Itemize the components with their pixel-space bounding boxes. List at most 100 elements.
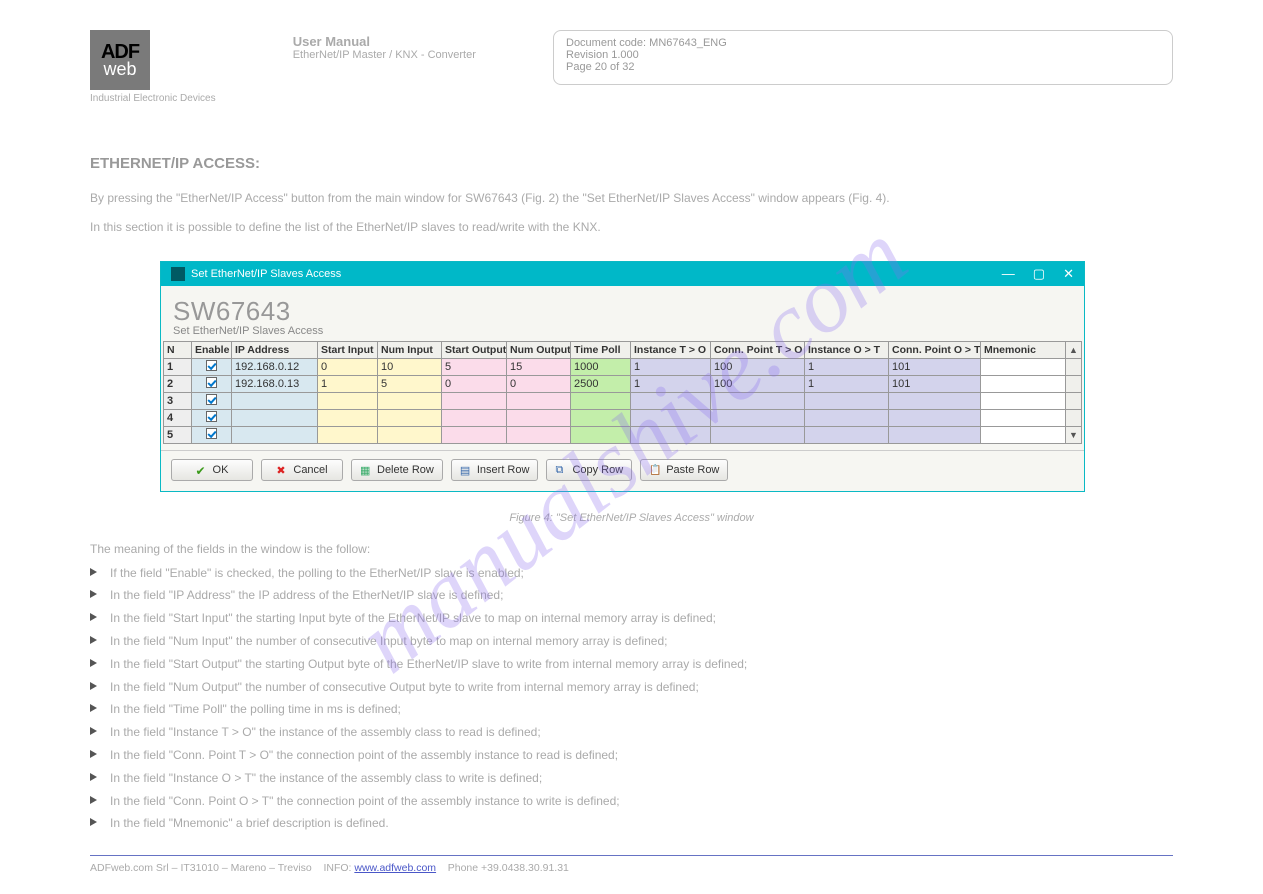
cell-instance-to[interactable]: 1 bbox=[631, 358, 711, 375]
cell-num-output[interactable] bbox=[507, 392, 571, 409]
dialog-window: Set EtherNet/IP Slaves Access — ▢ ✕ SW67… bbox=[160, 261, 1085, 492]
cell-num-output[interactable] bbox=[507, 409, 571, 426]
cell-num-output[interactable]: 0 bbox=[507, 375, 571, 392]
cell-mnemonic[interactable] bbox=[981, 358, 1066, 375]
cell-enable[interactable] bbox=[192, 392, 232, 409]
cell-instance-ot[interactable] bbox=[805, 392, 889, 409]
cell-start-output[interactable]: 5 bbox=[442, 358, 507, 375]
cell-num-input[interactable]: 5 bbox=[378, 375, 442, 392]
delete-row-button[interactable]: Delete Row bbox=[351, 459, 443, 481]
checkbox-checked-icon[interactable] bbox=[206, 377, 217, 388]
cell-conn-point-to[interactable] bbox=[711, 409, 805, 426]
scrollbar-track[interactable] bbox=[1066, 358, 1082, 375]
cell-num-output[interactable] bbox=[507, 426, 571, 443]
col-time-poll: Time Poll bbox=[571, 341, 631, 358]
cancel-button[interactable]: Cancel bbox=[261, 459, 343, 481]
cell-instance-to[interactable]: 1 bbox=[631, 375, 711, 392]
ok-button[interactable]: OK bbox=[171, 459, 253, 481]
cell-conn-point-to[interactable]: 100 bbox=[711, 358, 805, 375]
cell-n: 2 bbox=[164, 375, 192, 392]
cell-instance-to[interactable] bbox=[631, 409, 711, 426]
cell-num-input[interactable] bbox=[378, 409, 442, 426]
cell-ip[interactable]: 192.168.0.12 bbox=[232, 358, 318, 375]
col-mnemonic: Mnemonic bbox=[981, 341, 1066, 358]
cell-num-input[interactable] bbox=[378, 392, 442, 409]
checkbox-checked-icon[interactable] bbox=[206, 411, 217, 422]
cell-mnemonic[interactable] bbox=[981, 392, 1066, 409]
cell-ip[interactable] bbox=[232, 409, 318, 426]
cell-enable[interactable] bbox=[192, 358, 232, 375]
cell-enable[interactable] bbox=[192, 426, 232, 443]
cell-ip[interactable] bbox=[232, 392, 318, 409]
cell-conn-point-to[interactable] bbox=[711, 426, 805, 443]
table-row[interactable]: 2192.168.0.131500250011001101 bbox=[164, 375, 1082, 392]
cell-conn-point-ot[interactable] bbox=[889, 409, 981, 426]
cell-enable[interactable] bbox=[192, 409, 232, 426]
footer-link[interactable]: www.adfweb.com bbox=[354, 862, 436, 874]
footer-info-label: INFO: bbox=[323, 862, 351, 874]
close-button[interactable]: ✕ bbox=[1063, 266, 1074, 282]
cell-mnemonic[interactable] bbox=[981, 375, 1066, 392]
insert-icon bbox=[460, 464, 472, 476]
cell-time-poll[interactable]: 2500 bbox=[571, 375, 631, 392]
scrollbar-down[interactable]: ▼ bbox=[1066, 426, 1082, 443]
checkbox-checked-icon[interactable] bbox=[206, 394, 217, 405]
checkbox-checked-icon[interactable] bbox=[206, 360, 217, 371]
col-num-input: Num Input bbox=[378, 341, 442, 358]
list-item: In the field "Num Input" the number of c… bbox=[90, 630, 1173, 653]
cell-instance-to[interactable] bbox=[631, 426, 711, 443]
copy-row-button[interactable]: Copy Row bbox=[546, 459, 632, 481]
cell-start-input[interactable]: 0 bbox=[318, 358, 378, 375]
cell-conn-point-ot[interactable]: 101 bbox=[889, 358, 981, 375]
cell-instance-to[interactable] bbox=[631, 392, 711, 409]
cell-start-input[interactable] bbox=[318, 409, 378, 426]
cell-num-input[interactable] bbox=[378, 426, 442, 443]
cell-start-input[interactable] bbox=[318, 426, 378, 443]
cell-instance-ot[interactable] bbox=[805, 426, 889, 443]
doc-page: Page 20 of 32 bbox=[566, 61, 1160, 73]
scrollbar-track[interactable] bbox=[1066, 375, 1082, 392]
maximize-button[interactable]: ▢ bbox=[1033, 266, 1045, 282]
cell-instance-ot[interactable]: 1 bbox=[805, 375, 889, 392]
table-row[interactable]: 1192.168.0.12010515100011001101 bbox=[164, 358, 1082, 375]
cell-num-output[interactable]: 15 bbox=[507, 358, 571, 375]
footer-company: ADFweb.com Srl – IT31010 – Mareno – Trev… bbox=[90, 862, 312, 874]
cell-enable[interactable] bbox=[192, 375, 232, 392]
field-list: If the field "Enable" is checked, the po… bbox=[90, 562, 1173, 836]
cell-conn-point-ot[interactable] bbox=[889, 392, 981, 409]
cell-start-output[interactable] bbox=[442, 392, 507, 409]
cell-time-poll[interactable] bbox=[571, 409, 631, 426]
cell-ip[interactable] bbox=[232, 426, 318, 443]
scrollbar-up[interactable]: ▲ bbox=[1066, 341, 1082, 358]
checkbox-checked-icon[interactable] bbox=[206, 428, 217, 439]
scrollbar-track[interactable] bbox=[1066, 392, 1082, 409]
cell-start-input[interactable] bbox=[318, 392, 378, 409]
cell-start-output[interactable] bbox=[442, 426, 507, 443]
minimize-button[interactable]: — bbox=[1002, 266, 1015, 282]
table-row[interactable]: 5▼ bbox=[164, 426, 1082, 443]
cell-instance-ot[interactable] bbox=[805, 409, 889, 426]
figure-caption: Figure 4: "Set EtherNet/IP Slaves Access… bbox=[90, 512, 1173, 524]
cell-num-input[interactable]: 10 bbox=[378, 358, 442, 375]
cell-conn-point-to[interactable] bbox=[711, 392, 805, 409]
cell-mnemonic[interactable] bbox=[981, 409, 1066, 426]
table-row[interactable]: 4 bbox=[164, 409, 1082, 426]
cell-time-poll[interactable]: 1000 bbox=[571, 358, 631, 375]
cell-ip[interactable]: 192.168.0.13 bbox=[232, 375, 318, 392]
cell-conn-point-ot[interactable] bbox=[889, 426, 981, 443]
cell-conn-point-ot[interactable]: 101 bbox=[889, 375, 981, 392]
cell-mnemonic[interactable] bbox=[981, 426, 1066, 443]
slaves-table: N Enable IP Address Start Input Num Inpu… bbox=[163, 341, 1082, 444]
paragraph-1: By pressing the "EtherNet/IP Access" but… bbox=[90, 190, 1173, 207]
cell-start-output[interactable]: 0 bbox=[442, 375, 507, 392]
cell-time-poll[interactable] bbox=[571, 426, 631, 443]
cell-conn-point-to[interactable]: 100 bbox=[711, 375, 805, 392]
cell-start-input[interactable]: 1 bbox=[318, 375, 378, 392]
cell-time-poll[interactable] bbox=[571, 392, 631, 409]
paste-row-button[interactable]: Paste Row bbox=[640, 459, 728, 481]
insert-row-button[interactable]: Insert Row bbox=[451, 459, 539, 481]
table-row[interactable]: 3 bbox=[164, 392, 1082, 409]
scrollbar-track[interactable] bbox=[1066, 409, 1082, 426]
cell-instance-ot[interactable]: 1 bbox=[805, 358, 889, 375]
cell-start-output[interactable] bbox=[442, 409, 507, 426]
